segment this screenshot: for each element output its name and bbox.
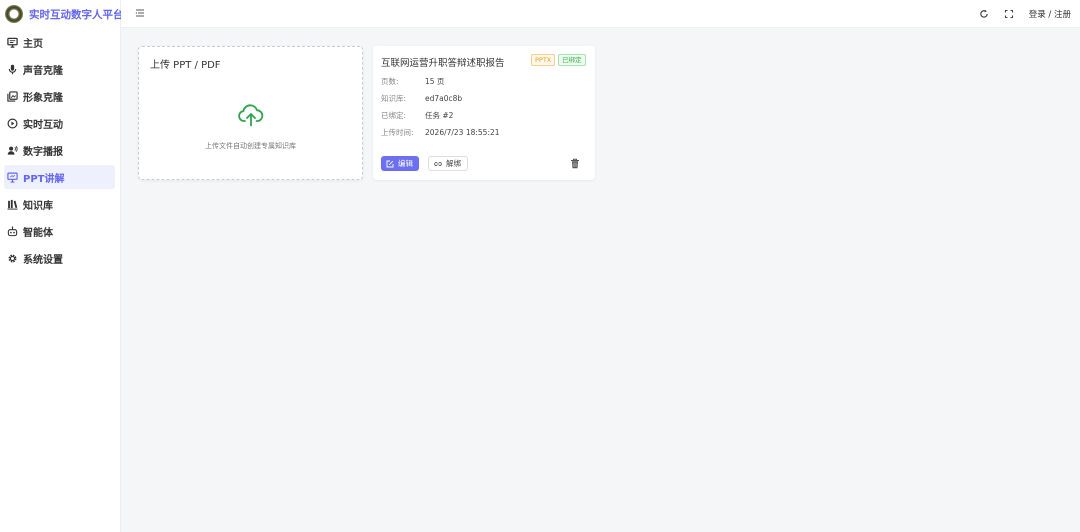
gear-icon <box>7 253 18 264</box>
sidebar-item-knowledge[interactable]: 知识库 <box>4 192 115 216</box>
cloud-upload-icon <box>237 103 265 127</box>
top-header: 登录 / 注册 <box>121 0 1080 28</box>
main-content: 上传 PPT / PDF 上传文件自动创建专属知识库 互联网运营升职答辩述职报告… <box>121 28 1080 532</box>
field-key: 知识库: <box>381 94 407 103</box>
app-title: 实时互动数字人平台 <box>29 8 124 21</box>
status-badge: 已绑定 <box>558 54 586 66</box>
field-row-knowledge-base: 知识库: ed7a0c8b <box>381 93 462 104</box>
upload-dropzone[interactable]: 上传 PPT / PDF 上传文件自动创建专属知识库 <box>138 46 363 180</box>
sidebar-item-label: PPT讲解 <box>23 173 65 185</box>
edit-button[interactable]: 编辑 <box>381 156 419 171</box>
field-value: ed7a0c8b <box>425 94 463 103</box>
sidebar-item-label: 知识库 <box>23 200 53 212</box>
monitor-icon <box>7 37 18 48</box>
image-stack-icon <box>7 90 18 102</box>
link-icon <box>434 161 442 166</box>
user-broadcast-icon <box>7 145 18 156</box>
file-type-badge: PPTX <box>531 54 556 66</box>
sidebar-item-label: 智能体 <box>23 227 53 239</box>
sidebar-item-label: 声音克隆 <box>23 65 63 77</box>
sidebar: 实时互动数字人平台 主页 声音克隆 形象克隆 实时互动 数字播报 PPT讲解 知… <box>0 0 124 532</box>
header-actions: 登录 / 注册 <box>979 0 1071 28</box>
edit-icon <box>386 160 394 167</box>
trash-icon[interactable] <box>570 158 580 169</box>
sidebar-item-voice-clone[interactable]: 声音克隆 <box>4 57 115 81</box>
unbind-button-label: 解绑 <box>446 159 461 168</box>
sidebar-item-broadcast[interactable]: 数字播报 <box>4 138 115 162</box>
ppt-card-title: 互联网运营升职答辩述职报告 <box>381 58 505 69</box>
play-circle-icon <box>7 118 18 129</box>
sidebar-item-ppt[interactable]: PPT讲解 <box>4 165 115 189</box>
sidebar-item-label: 主页 <box>23 38 43 50</box>
logo <box>5 5 23 23</box>
login-register-link[interactable]: 登录 / 注册 <box>1029 8 1071 20</box>
sidebar-item-realtime[interactable]: 实时互动 <box>4 111 115 135</box>
sidebar-item-settings[interactable]: 系统设置 <box>4 246 115 270</box>
field-value: 15 页 <box>425 77 445 86</box>
sidebar-item-label: 形象克隆 <box>23 92 63 104</box>
field-row-bound-task: 已绑定: 任务 #2 <box>381 110 453 121</box>
sidebar-item-home[interactable]: 主页 <box>4 30 115 54</box>
robot-icon <box>7 226 18 237</box>
field-key: 页数: <box>381 77 399 86</box>
ppt-card: 互联网运营升职答辩述职报告 PPTX 已绑定 页数: 15 页 知识库: ed7a0… <box>373 46 595 180</box>
field-row-upload-time: 上传时间: 2026/7/23 18:55:21 <box>381 127 500 138</box>
sidebar-item-label: 实时互动 <box>23 119 63 131</box>
fullscreen-icon[interactable] <box>1004 9 1014 19</box>
sidebar-item-label: 数字播报 <box>23 146 63 158</box>
field-value: 任务 #2 <box>425 111 454 120</box>
menu-toggle-icon[interactable] <box>134 7 146 19</box>
brand[interactable]: 实时互动数字人平台 <box>0 0 124 28</box>
sidebar-item-avatar-clone[interactable]: 形象克隆 <box>4 84 115 108</box>
field-key: 上传时间: <box>381 128 414 137</box>
unbind-button[interactable]: 解绑 <box>428 156 468 171</box>
field-value: 2026/7/23 18:55:21 <box>425 128 500 137</box>
sidebar-nav: 主页 声音克隆 形象克隆 实时互动 数字播报 PPT讲解 知识库 智能体 系统设… <box>0 30 120 270</box>
microphone-icon <box>7 64 18 75</box>
sidebar-item-agent[interactable]: 智能体 <box>4 219 115 243</box>
field-row-pages: 页数: 15 页 <box>381 76 444 87</box>
upload-hint: 上传文件自动创建专属知识库 <box>205 142 296 150</box>
upload-title: 上传 PPT / PDF <box>150 60 221 71</box>
field-key: 已绑定: <box>381 111 407 120</box>
library-icon <box>7 199 18 210</box>
sidebar-item-label: 系统设置 <box>23 254 63 266</box>
edit-button-label: 编辑 <box>398 159 413 168</box>
presentation-icon <box>7 172 18 183</box>
refresh-icon[interactable] <box>979 9 989 19</box>
